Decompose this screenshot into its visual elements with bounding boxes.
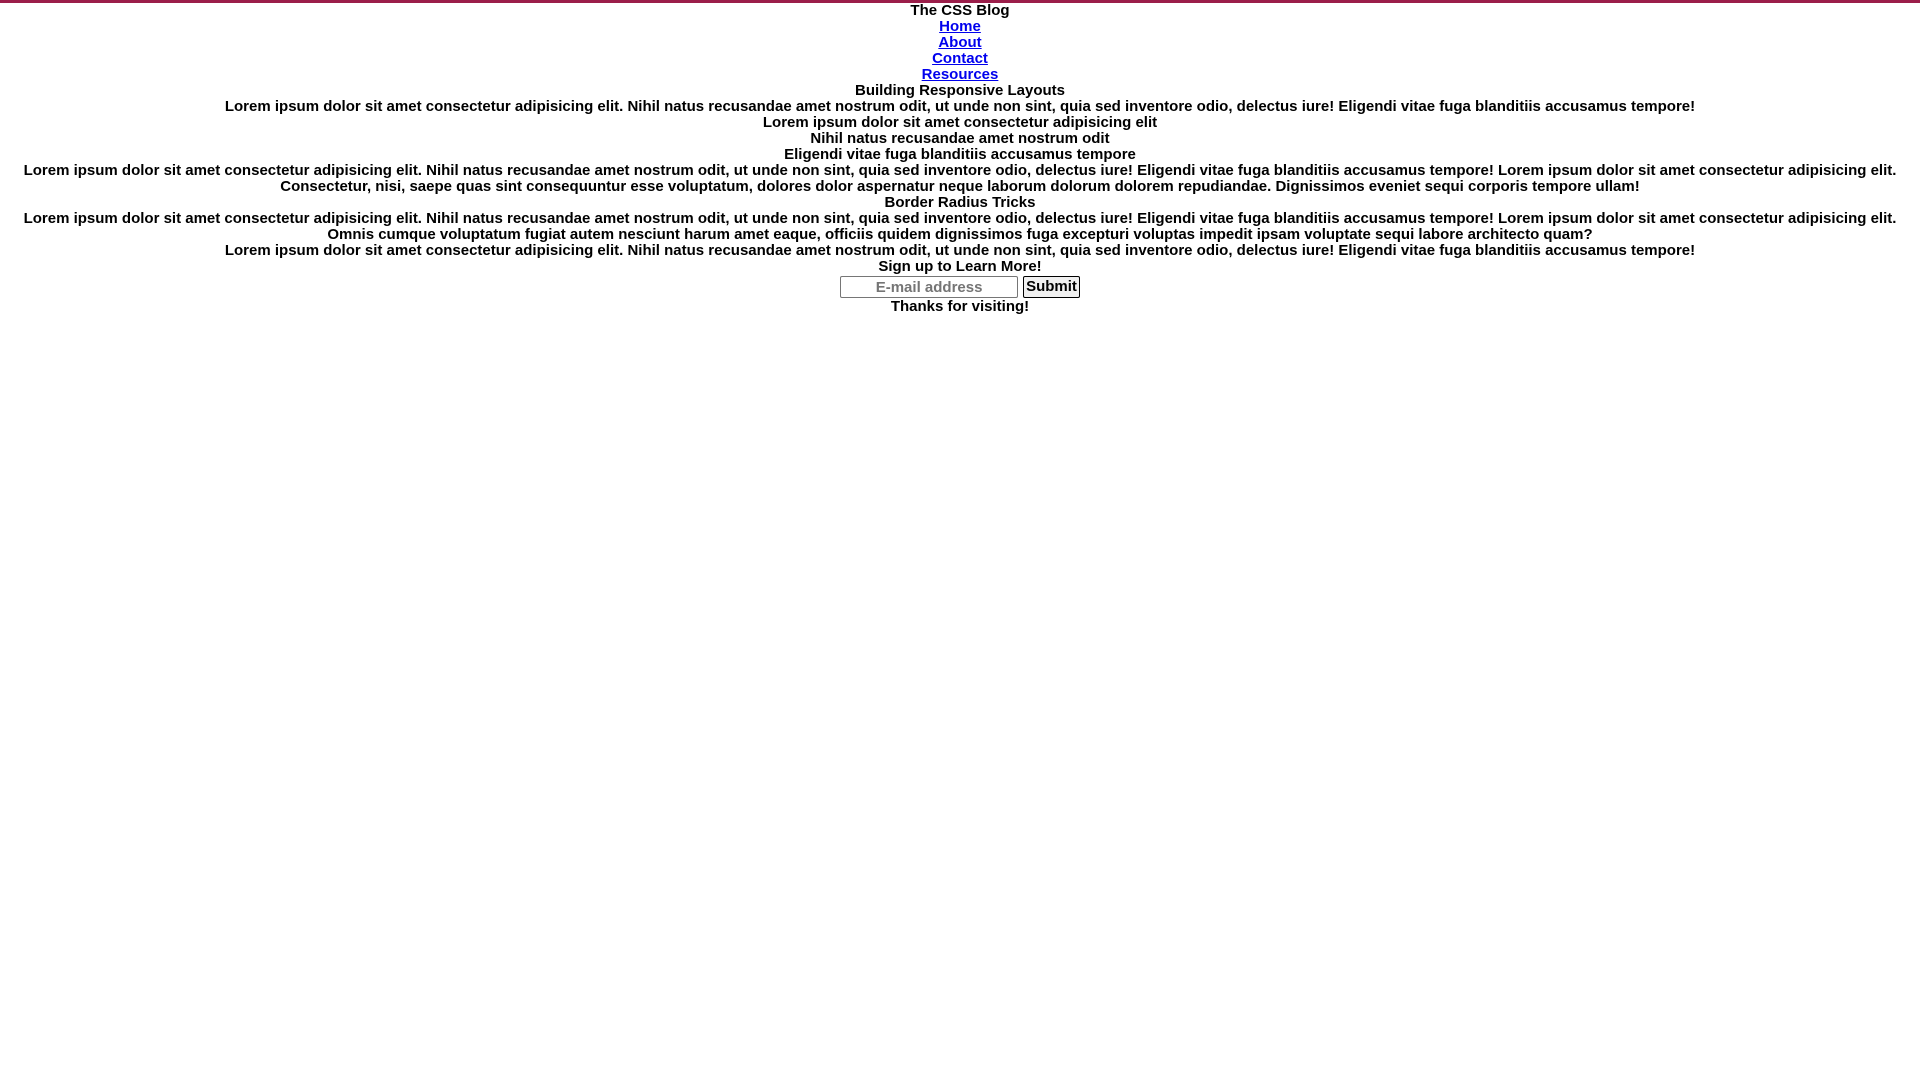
signup-form: Submit [0,275,1920,299]
nav-link-contact[interactable]: Contact [932,51,988,67]
page-content: The CSS Blog Home About Contact Resource… [0,3,1920,315]
site-title: The CSS Blog [910,2,1010,19]
article-subheading: Lorem ipsum dolor sit amet consectetur a… [762,114,1158,131]
signup-heading: Sign up to Learn More! [878,258,1042,275]
article-body: Lorem ipsum dolor sit amet consectetur a… [23,210,1897,243]
nav-link-resources[interactable]: Resources [922,67,999,83]
email-input[interactable] [840,276,1019,298]
main-nav: Home About Contact Resources [0,19,1920,83]
nav-link-home[interactable]: Home [939,19,981,35]
article-title: Building Responsive Layouts [854,82,1066,99]
submit-button[interactable]: Submit [1023,276,1080,298]
footer-text: Thanks for visiting! [890,298,1030,315]
article-intro: Lorem ipsum dolor sit amet consectetur a… [224,98,1696,115]
article-body: Lorem ipsum dolor sit amet consectetur a… [23,162,1897,195]
article-subheading: Eligendi vitae fuga blanditiis accusamus… [784,146,1136,163]
article-title: Border Radius Tricks [884,194,1036,211]
aside-text: Lorem ipsum dolor sit amet consectetur a… [224,242,1696,259]
nav-link-about[interactable]: About [938,35,981,51]
article-subheading: Nihil natus recusandae amet nostrum odit [810,130,1110,147]
